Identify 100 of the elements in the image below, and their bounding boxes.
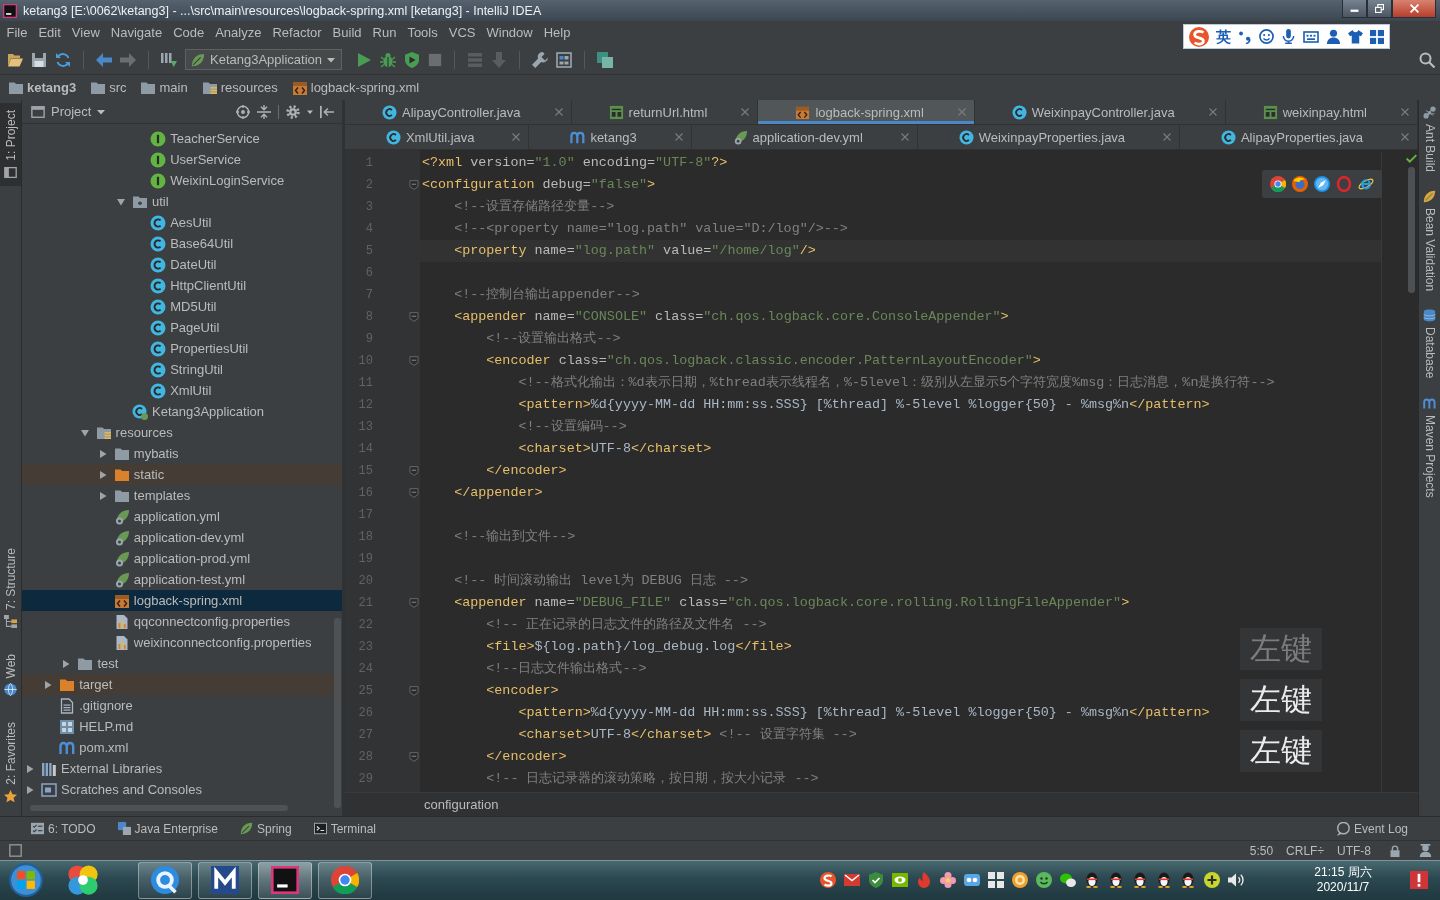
smiley-icon[interactable]	[1036, 872, 1052, 888]
sync-icon[interactable]	[55, 51, 71, 68]
taskbar-button[interactable]	[198, 861, 252, 899]
penguin-icon[interactable]	[1108, 872, 1124, 888]
menu-item[interactable]: Code	[167, 23, 210, 43]
fold-marker-icon[interactable]	[409, 356, 419, 366]
padlock-icon[interactable]	[1389, 844, 1401, 857]
tool-window-tab[interactable]: 1: Project	[0, 103, 21, 186]
breadcrumb-item[interactable]: configuration	[424, 797, 499, 812]
project-view-dropdown[interactable]: Project	[31, 104, 106, 119]
collapse-all-icon[interactable]	[257, 104, 271, 119]
tool-window-tab[interactable]: Ant Build	[1419, 106, 1440, 173]
plus-circle-icon[interactable]	[1204, 872, 1220, 888]
start-orb-icon[interactable]	[9, 863, 43, 897]
close-icon[interactable]	[1163, 133, 1172, 141]
clock-time[interactable]: 21:15 周六	[1314, 865, 1372, 880]
tree-item[interactable]: Ketang3Application	[22, 401, 342, 422]
menu-item[interactable]: View	[66, 23, 106, 43]
tool-window-tab[interactable]: Database	[1419, 309, 1440, 379]
person-icon[interactable]	[1419, 844, 1432, 857]
tricolor-ring-icon[interactable]	[1270, 176, 1286, 192]
penguin-icon[interactable]	[1084, 872, 1100, 888]
line-separator-selector[interactable]: CRLF÷	[1286, 843, 1324, 858]
scrollbar-thumb[interactable]	[1407, 167, 1415, 293]
close-button[interactable]	[1392, 0, 1436, 18]
grid-window-icon[interactable]	[556, 51, 573, 68]
tool-window-tab[interactable]: Web	[0, 646, 21, 704]
grid-icon[interactable]	[1370, 29, 1384, 44]
tree-item[interactable]: External Libraries	[22, 758, 342, 779]
two-dots-tile-icon[interactable]	[964, 872, 980, 888]
tool-window-tab[interactable]: 2: Favorites	[0, 715, 21, 810]
menu-item[interactable]: Navigate	[105, 23, 168, 43]
fold-marker-icon[interactable]	[409, 752, 419, 762]
breadcrumb-item[interactable]: logback-spring.xml	[291, 79, 420, 96]
editor-tab[interactable]: XmlUtil.java	[345, 125, 530, 149]
tree-item[interactable]: application.yml	[22, 506, 342, 527]
tree-item[interactable]: target	[22, 674, 342, 695]
tool-window-tab[interactable]: Maven Projects	[1419, 396, 1440, 498]
menu-item[interactable]: Refactor	[266, 23, 328, 43]
tree-item[interactable]: util	[22, 191, 342, 212]
tree-item[interactable]: StringUtil	[22, 359, 342, 380]
editor-tab[interactable]: returnUrl.html	[571, 100, 759, 124]
breadcrumb-item[interactable]: resources	[201, 79, 278, 96]
tree-item[interactable]: logback-spring.xml	[22, 590, 342, 611]
close-icon[interactable]	[512, 133, 521, 141]
tool-window-tab[interactable]: Java Enterprise	[117, 821, 218, 836]
tree-item[interactable]: HELP.md	[22, 716, 342, 737]
tree-item[interactable]: MD5Util	[22, 296, 342, 317]
encoding-selector[interactable]: UTF-8	[1337, 843, 1371, 858]
menu-item[interactable]: Edit	[32, 23, 67, 43]
penguin-icon[interactable]	[1156, 872, 1172, 888]
breadcrumb-item[interactable]: src	[90, 79, 127, 96]
taskbar-button[interactable]	[258, 861, 312, 899]
menu-item[interactable]: Help	[538, 23, 576, 43]
tree-item[interactable]: PageUtil	[22, 317, 342, 338]
caret-right-icon[interactable]	[98, 491, 107, 500]
panel-toggle-icon[interactable]	[9, 844, 22, 857]
caret-down-icon[interactable]	[117, 197, 125, 206]
tool-window-tab[interactable]: Bean Validation	[1419, 190, 1440, 292]
fold-marker-icon[interactable]	[409, 312, 419, 322]
caret-down-icon[interactable]	[80, 428, 89, 437]
clock-date[interactable]: 2020/11/7	[1316, 880, 1370, 895]
tree-item[interactable]: mybatis	[22, 443, 342, 464]
tree-item[interactable]: Base64Util	[22, 233, 342, 254]
editor-tab[interactable]: ketang3	[529, 125, 692, 149]
smiley-icon[interactable]	[1259, 29, 1274, 44]
editor-tab[interactable]: WeixinpayProperties.java	[917, 125, 1181, 149]
four-squares-icon[interactable]	[988, 872, 1004, 888]
editor-tab[interactable]: weixinpay.html	[1225, 100, 1418, 124]
tool-window-tab[interactable]: 6: TODO	[31, 821, 96, 836]
fold-marker-icon[interactable]	[409, 598, 419, 608]
search-icon[interactable]	[1419, 51, 1435, 68]
menu-item[interactable]: File	[1, 23, 33, 43]
tree-item[interactable]: DateUtil	[22, 254, 342, 275]
flower-icon[interactable]	[940, 872, 956, 888]
tree-item[interactable]: PropertiesUtil	[22, 338, 342, 359]
editor-tab[interactable]: logback-spring.xml	[758, 100, 975, 124]
tree-item[interactable]: TeacherService	[22, 128, 342, 149]
wrench-icon[interactable]	[532, 51, 549, 68]
tool-window-tab[interactable]: Event Log	[1335, 821, 1408, 836]
shield-run-icon[interactable]	[404, 51, 421, 68]
tree-item[interactable]: XmlUtil	[22, 380, 342, 401]
tree-item[interactable]: WeixinLoginService	[22, 170, 342, 191]
tree-item[interactable]: .gitignore	[22, 695, 342, 716]
penguin-icon[interactable]	[1180, 872, 1196, 888]
tree-item[interactable]: AesUtil	[22, 212, 342, 233]
tree-item[interactable]: application-prod.yml	[22, 548, 342, 569]
squares-icon[interactable]	[597, 51, 614, 68]
tool-window-tab[interactable]: Terminal	[313, 821, 376, 836]
menu-item[interactable]: Analyze	[209, 23, 267, 43]
hide-panel-icon[interactable]	[320, 104, 334, 119]
close-icon[interactable]	[1401, 108, 1410, 116]
fold-marker-icon[interactable]	[409, 686, 419, 696]
flame-icon[interactable]	[916, 872, 932, 888]
tree-item[interactable]: weixinconnectconfig.properties	[22, 632, 342, 653]
restore-button[interactable]	[1367, 0, 1392, 18]
tree-item[interactable]: HttpClientUtil	[22, 275, 342, 296]
caret-position[interactable]: 5:50	[1249, 843, 1274, 858]
run-icon[interactable]	[356, 51, 373, 68]
exclamation-tile-icon[interactable]	[1410, 871, 1428, 889]
